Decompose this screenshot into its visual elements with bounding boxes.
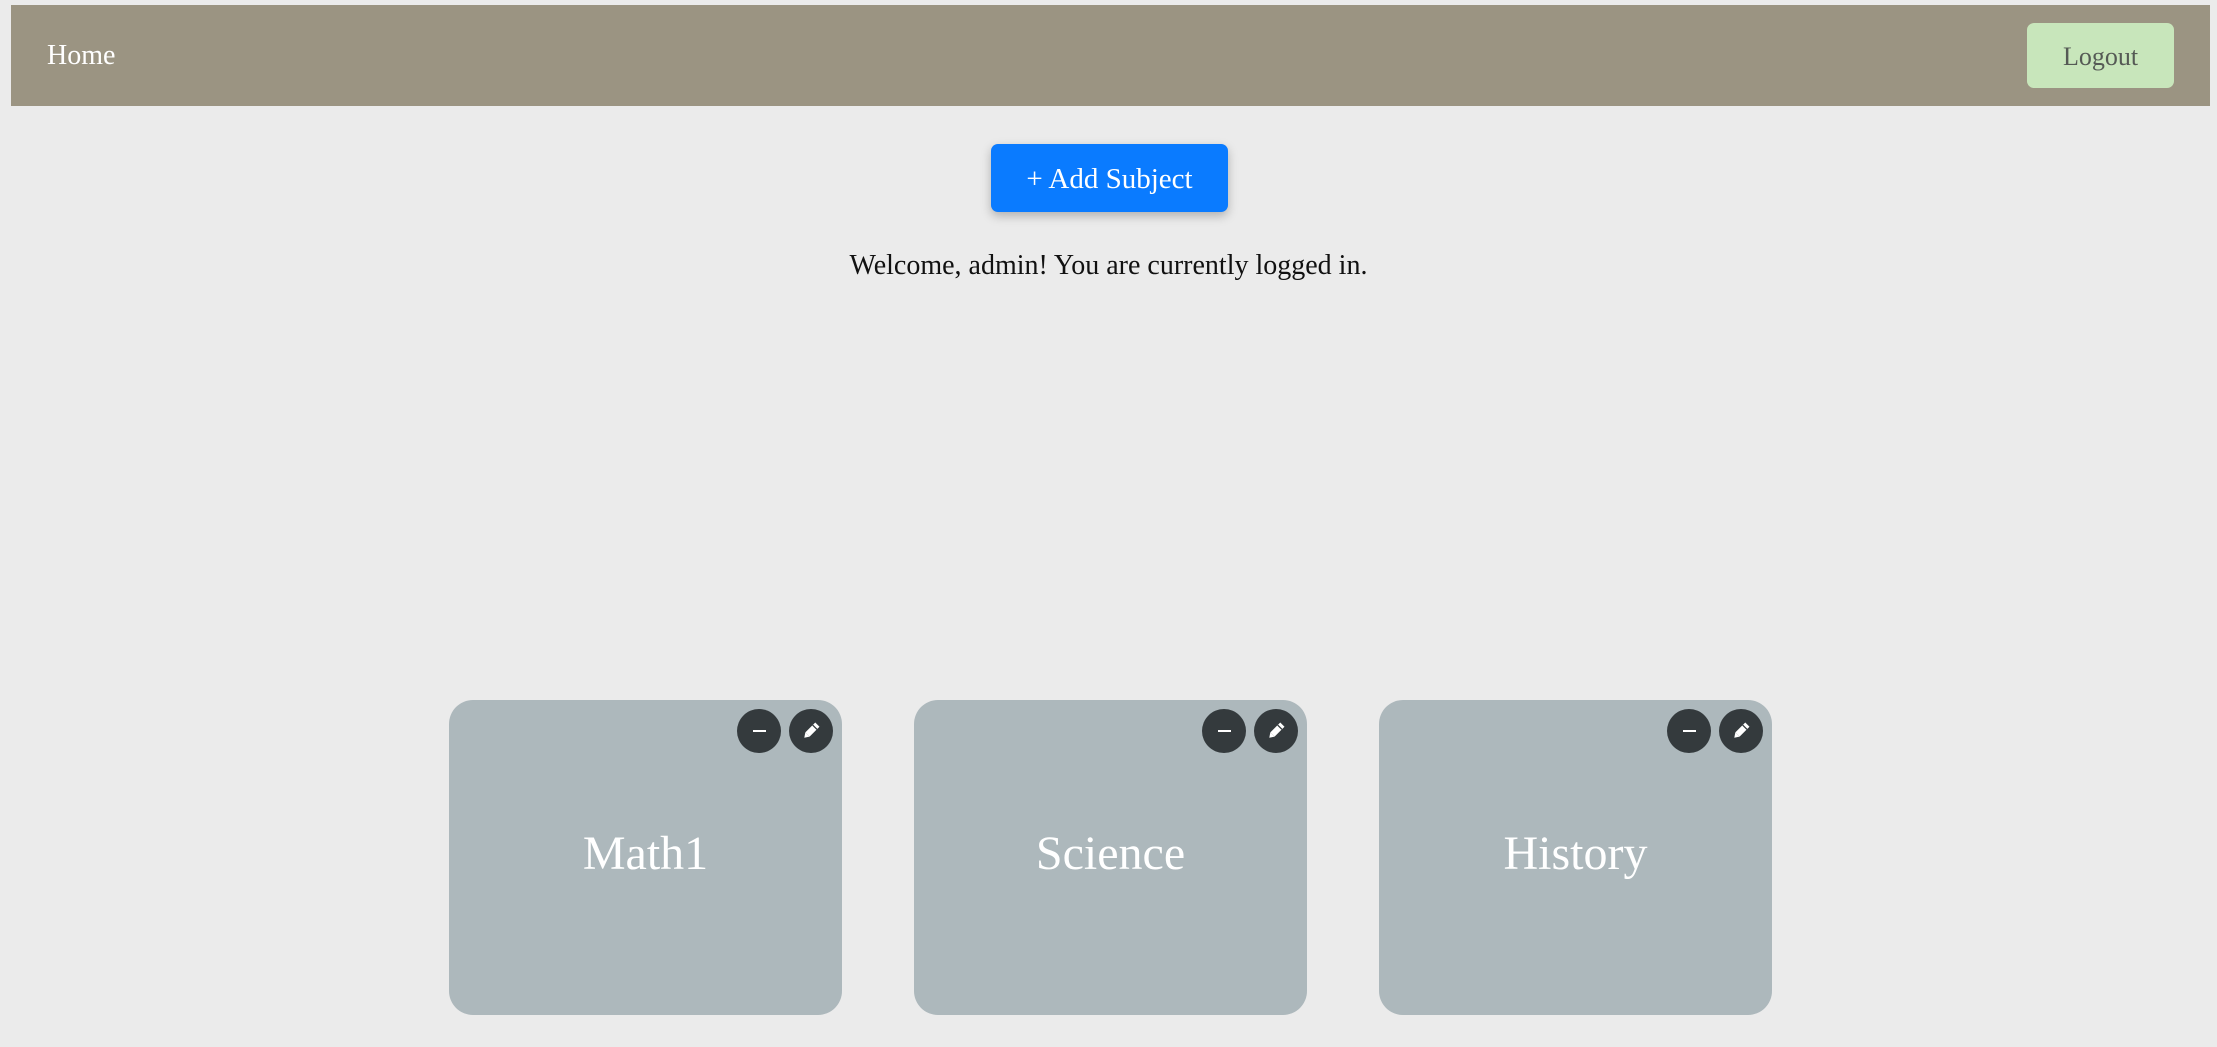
subject-card-title: History	[1503, 827, 1648, 880]
page: Home Logout + Add Subject Welcome, admin…	[0, 0, 2217, 1047]
welcome-message: Welcome, admin! You are currently logged…	[849, 250, 1368, 281]
add-subject-button[interactable]: + Add Subject	[991, 144, 1228, 212]
subject-card-title: Science	[1035, 827, 1186, 880]
logout-button[interactable]: Logout	[2027, 23, 2174, 88]
subject-card-math1[interactable]: Math1	[449, 700, 842, 1015]
top-navbar: Home Logout	[11, 5, 2210, 106]
subject-card-history[interactable]: History	[1379, 700, 1772, 1015]
subject-card-science[interactable]: Science	[914, 700, 1307, 1015]
subject-card-title: Math1	[582, 827, 709, 880]
nav-home-link[interactable]: Home	[47, 5, 115, 106]
